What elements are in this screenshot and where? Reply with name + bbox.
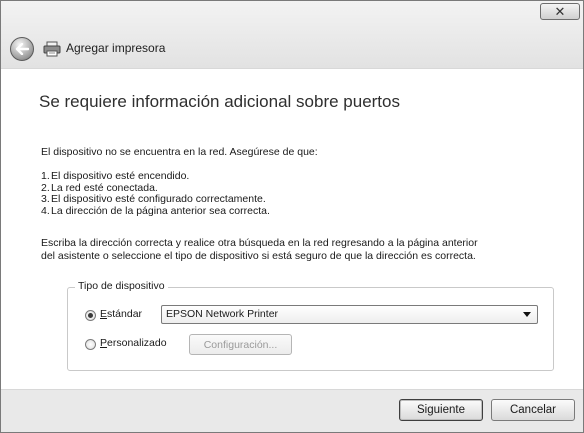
list-text: La dirección de la página anterior sea c…	[51, 204, 270, 217]
list-number: 1.	[41, 170, 50, 182]
dialog-title: Agregar impresora	[66, 41, 166, 55]
list-text: El dispositivo esté configurado correcta…	[51, 193, 266, 205]
custom-radio[interactable]	[85, 339, 96, 350]
standard-radio-label[interactable]: Estándar	[100, 308, 142, 320]
back-arrow-icon	[15, 43, 29, 55]
configuration-button[interactable]: Configuración...	[189, 334, 292, 355]
back-button[interactable]	[10, 37, 34, 61]
list-item: 3. El dispositivo esté configurado corre…	[41, 193, 270, 206]
checklist: 1. El dispositivo esté encendido. 2. La …	[41, 170, 270, 218]
standard-label-rest: stándar	[107, 308, 143, 320]
list-number: 3.	[41, 193, 50, 205]
list-item: 4. La dirección de la página anterior se…	[41, 204, 270, 218]
next-button[interactable]: Siguiente	[399, 399, 483, 421]
add-printer-dialog: ✕ Agregar impresora Se requiere informac…	[0, 0, 584, 433]
standard-radio[interactable]	[85, 310, 96, 321]
list-text: El dispositivo esté encendido.	[51, 170, 190, 182]
device-type-select-value: EPSON Network Printer	[166, 308, 279, 320]
custom-radio-label[interactable]: Personalizado	[100, 337, 167, 349]
printer-icon	[43, 41, 61, 57]
close-icon: ✕	[554, 3, 566, 19]
device-type-group-label: Tipo de dispositivo	[75, 280, 168, 292]
instructions-line-1: Escriba la dirección correcta y realice …	[41, 237, 478, 249]
list-item: 1. El dispositivo esté encendido.	[41, 170, 270, 183]
custom-accesskey: P	[100, 337, 108, 349]
page-heading: Se requiere información adicional sobre …	[39, 92, 400, 111]
close-button[interactable]: ✕	[540, 3, 580, 20]
intro-text: El dispositivo no se encuentra en la red…	[41, 146, 318, 158]
cancel-button[interactable]: Cancelar	[491, 399, 575, 421]
title-bar: ✕ Agregar impresora	[1, 1, 583, 68]
device-type-group	[67, 287, 554, 371]
instructions-line-2: del asistente o seleccione el tipo de di…	[41, 250, 476, 262]
standard-accesskey: E	[100, 308, 108, 320]
wizard-page: Se requiere información adicional sobre …	[1, 68, 583, 390]
device-type-select[interactable]: EPSON Network Printer	[161, 305, 538, 324]
list-number: 4.	[41, 204, 50, 217]
chevron-down-icon[interactable]	[523, 312, 531, 317]
custom-label-rest: ersonalizado	[107, 337, 167, 349]
